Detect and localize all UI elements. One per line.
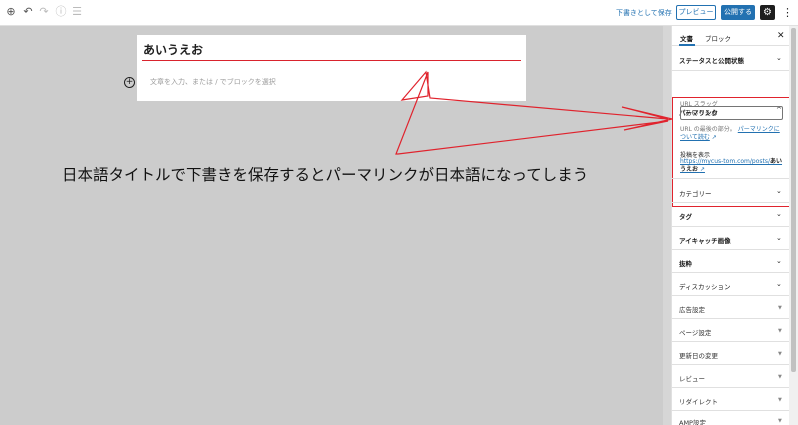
panel-redirect[interactable]: リダイレクト ▼ — [672, 388, 790, 411]
panel-category[interactable]: カテゴリー ⌄ — [672, 178, 790, 203]
view-post-url-prefix: https://mycus-tom.com/posts/ — [680, 158, 771, 165]
panel-tag[interactable]: タグ ⌄ — [672, 203, 790, 227]
panel-discussion-title: ディスカッション — [679, 283, 731, 291]
chevron-down-icon: ⌄ — [776, 234, 782, 242]
panel-eyecatch-title: アイキャッチ画像 — [679, 237, 731, 245]
panel-status[interactable]: ステータスと公開状態 ⌄ — [672, 46, 790, 71]
triangle-down-icon: ▼ — [778, 351, 782, 357]
more-options-icon[interactable]: ⋮ — [782, 5, 793, 20]
triangle-down-icon: ▼ — [778, 418, 782, 424]
tab-document[interactable]: 文書 — [680, 33, 693, 43]
panel-ad-settings[interactable]: 広告設定 ▼ — [672, 296, 790, 319]
external-link-icon: ↗ — [711, 134, 717, 141]
panel-excerpt[interactable]: 抜粋 ⌄ — [672, 250, 790, 273]
annotation-text: 日本語タイトルで下書きを保存するとパーマリンクが日本語になってしまう — [62, 166, 589, 184]
panel-discussion[interactable]: ディスカッション ⌄ — [672, 273, 790, 296]
panel-page-settings-title: ページ設定 — [679, 329, 712, 337]
view-post-link[interactable]: https://mycus-tom.com/posts/あいうえお ↗ — [680, 158, 786, 174]
chevron-down-icon: ⌄ — [776, 187, 782, 195]
panel-amp-title: AMP設定 — [679, 419, 706, 425]
panel-amp[interactable]: AMP設定 ▼ — [672, 411, 790, 425]
triangle-down-icon: ▼ — [778, 397, 782, 403]
sidebar-tabs: 文書 ブロック ✕ — [672, 26, 790, 46]
triangle-down-icon: ▼ — [778, 374, 782, 380]
triangle-down-icon: ▼ — [778, 328, 782, 334]
post-title[interactable]: あいうえお — [143, 41, 203, 58]
chevron-down-icon: ⌄ — [776, 210, 782, 218]
panel-updated-date-title: 更新日の変更 — [679, 352, 718, 360]
add-block-plus-icon[interactable]: + — [124, 77, 135, 88]
block-placeholder[interactable]: 文章を入力、または / でブロックを選択 — [150, 77, 276, 87]
panel-eyecatch[interactable]: アイキャッチ画像 ⌄ — [672, 227, 790, 250]
chevron-down-icon: ⌄ — [776, 257, 782, 265]
panel-updated-date[interactable]: 更新日の変更 ▼ — [672, 342, 790, 365]
editor-canvas: あいうえお 文章を入力、または / でブロックを選択 — [137, 35, 526, 101]
panel-excerpt-title: 抜粋 — [679, 260, 692, 268]
panel-review[interactable]: レビュー ▼ — [672, 365, 790, 388]
panel-tag-title: タグ — [679, 213, 692, 221]
panel-status-title: ステータスと公開状態 — [679, 57, 744, 65]
close-icon[interactable]: ✕ — [777, 31, 785, 41]
save-draft-button[interactable]: 下書きとして保存 — [616, 8, 672, 18]
external-link-icon: ↗ — [699, 166, 705, 173]
sidebar-scrollbar-thumb[interactable] — [791, 28, 796, 372]
undo-icon[interactable]: ↶ — [22, 6, 34, 18]
panel-review-title: レビュー — [679, 375, 705, 383]
panel-category-title: カテゴリー — [679, 190, 712, 198]
triangle-down-icon: ▼ — [778, 305, 782, 311]
settings-gear-icon[interactable]: ⚙ — [760, 5, 775, 20]
info-icon[interactable]: ⓘ — [55, 6, 67, 18]
top-toolbar: ⊕ ↶ ↷ ⓘ ☰ 下書きとして保存 プレビュー 公開する ⚙ ⋮ — [0, 0, 798, 26]
panel-page-settings[interactable]: ページ設定 ▼ — [672, 319, 790, 342]
publish-button[interactable]: 公開する — [721, 5, 755, 20]
slug-help-prefix: URL の最後の部分。 — [680, 126, 736, 133]
panel-ad-settings-title: 広告設定 — [679, 306, 705, 314]
title-highlight-line — [142, 60, 521, 61]
slug-help-text: URL の最後の部分。 パーマリンクについて読む ↗ — [680, 126, 784, 142]
redo-icon[interactable]: ↷ — [38, 6, 50, 18]
list-view-icon[interactable]: ☰ — [71, 6, 83, 18]
chevron-down-icon: ⌄ — [776, 280, 782, 288]
settings-sidebar: 文書 ブロック ✕ ステータスと公開状態 ⌄ パーマリンク ^ URL スラッグ… — [671, 26, 790, 425]
editor-scrollbar[interactable] — [663, 26, 671, 425]
slug-input[interactable]: あいうえお — [680, 106, 783, 120]
panel-redirect-title: リダイレクト — [679, 398, 718, 406]
add-block-icon[interactable]: ⊕ — [5, 6, 17, 18]
tab-block[interactable]: ブロック — [705, 33, 731, 43]
chevron-down-icon: ⌄ — [776, 54, 782, 62]
preview-button[interactable]: プレビュー — [676, 5, 716, 20]
